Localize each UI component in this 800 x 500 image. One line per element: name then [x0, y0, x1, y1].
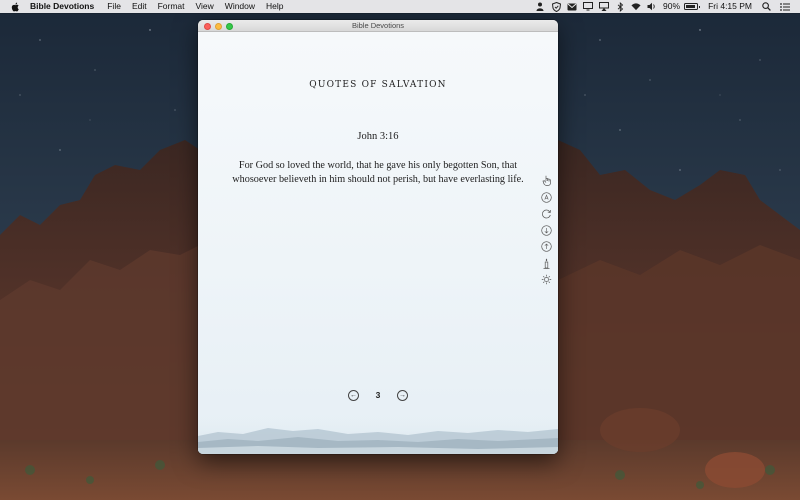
refresh-icon[interactable]: [541, 208, 552, 219]
next-page-button[interactable]: →: [396, 389, 408, 401]
menu-window[interactable]: Window: [225, 0, 255, 13]
volume-icon[interactable]: [647, 2, 657, 12]
hand-pointer-icon[interactable]: [541, 175, 552, 186]
menu-bar: Bible Devotions File Edit Format View Wi…: [0, 0, 800, 13]
devotion-content: Quotes of Salvation John 3:16 For God so…: [198, 32, 558, 454]
verse-text: For God so loved the world, that he gave…: [232, 160, 524, 185]
menu-format[interactable]: Format: [158, 0, 185, 13]
section-title: Quotes of Salvation: [309, 80, 447, 90]
page-number: 3: [375, 390, 381, 400]
battery-icon[interactable]: [684, 3, 701, 10]
app-window: Bible Devotions Quotes of Salvation John…: [198, 20, 558, 454]
airplay-icon[interactable]: [599, 2, 610, 12]
mountain-landscape-image: [198, 414, 558, 454]
list-icon[interactable]: [780, 2, 790, 12]
menu-help[interactable]: Help: [266, 0, 283, 13]
user-icon[interactable]: [535, 2, 545, 12]
menu-bar-tray: 90% Fri 4:15 PM: [529, 0, 800, 13]
bluetooth-icon[interactable]: [615, 1, 625, 12]
previous-page-button[interactable]: ←: [348, 389, 359, 401]
verse-reference: John 3:16: [357, 131, 399, 142]
settings-icon[interactable]: [541, 274, 552, 285]
menu-edit[interactable]: Edit: [132, 0, 147, 13]
menu-view[interactable]: View: [196, 0, 214, 13]
candle-icon[interactable]: [541, 258, 552, 269]
screen-icon[interactable]: [583, 2, 594, 12]
window-titlebar[interactable]: Bible Devotions: [198, 20, 558, 32]
apple-menu-icon[interactable]: [11, 2, 20, 12]
search-icon[interactable]: [761, 2, 771, 12]
mail-icon[interactable]: [567, 2, 577, 12]
pager: ← 3 →: [348, 389, 408, 401]
side-toolbar: [541, 175, 555, 291]
window-title: Bible Devotions: [351, 21, 405, 30]
circle-down-icon[interactable]: [541, 224, 552, 236]
menu-file[interactable]: File: [107, 0, 121, 13]
wifi-icon[interactable]: [631, 2, 641, 12]
circle-a-icon[interactable]: [541, 191, 552, 203]
circle-up-icon[interactable]: [541, 241, 552, 252]
clock[interactable]: Fri 4:15 PM: [708, 0, 752, 13]
shield-icon[interactable]: [551, 1, 561, 12]
battery-percent[interactable]: 90%: [663, 0, 680, 13]
menu-app-name[interactable]: Bible Devotions: [30, 0, 94, 13]
